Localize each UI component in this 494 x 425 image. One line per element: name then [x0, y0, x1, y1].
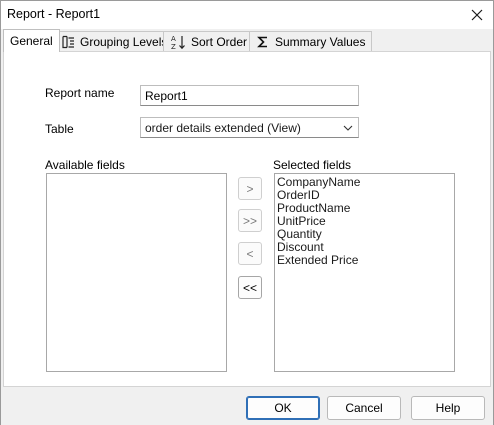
report-name-input[interactable]: [140, 85, 359, 106]
table-select[interactable]: order details extended (View): [140, 117, 359, 138]
chevron-down-icon: [338, 125, 358, 131]
close-icon: [471, 9, 483, 21]
tab-label: General: [10, 34, 53, 48]
add-all-fields-button[interactable]: >>: [238, 209, 262, 232]
tab-label: Summary Values: [275, 35, 366, 49]
available-fields-list[interactable]: [46, 173, 227, 372]
report-name-label: Report name: [45, 86, 115, 100]
selected-fields-list[interactable]: CompanyName OrderID ProductName UnitPrice Qu…: [274, 173, 455, 372]
list-item[interactable]: Extended Price: [275, 254, 454, 267]
dialog-footer: OK Cancel Help: [1, 389, 493, 425]
svg-text:Z: Z: [171, 43, 176, 50]
sigma-icon: [256, 35, 270, 49]
tab-sort-order[interactable]: A Z Sort Order: [163, 31, 255, 52]
selected-fields-label: Selected fields: [273, 158, 352, 172]
table-select-value: order details extended (View): [145, 120, 301, 135]
tab-strip: General Grouping Levels A Z Sort Order S…: [1, 29, 493, 52]
grouping-levels-icon: [61, 35, 75, 49]
available-fields-label: Available fields: [45, 158, 125, 172]
tab-label: Sort Order: [191, 35, 248, 49]
help-button[interactable]: Help: [411, 396, 485, 420]
remove-all-fields-button[interactable]: <<: [238, 276, 262, 299]
report-dialog: Report - Report1 General Grouping Levels…: [0, 0, 494, 425]
table-label: Table: [45, 122, 74, 136]
general-tab-panel: Report name Table order details extended…: [3, 51, 491, 387]
remove-field-button[interactable]: <: [238, 242, 262, 265]
close-button[interactable]: [463, 2, 491, 28]
title-bar: Report - Report1: [1, 1, 493, 29]
svg-text:A: A: [171, 35, 176, 43]
add-field-button[interactable]: >: [238, 177, 262, 200]
sort-az-icon: A Z: [170, 34, 186, 50]
tab-grouping-levels[interactable]: Grouping Levels: [54, 31, 175, 52]
window-title: Report - Report1: [7, 7, 101, 21]
tab-general[interactable]: General: [3, 29, 60, 52]
tab-label: Grouping Levels: [80, 35, 168, 49]
ok-button[interactable]: OK: [246, 396, 320, 420]
tab-summary-values[interactable]: Summary Values: [249, 31, 373, 52]
cancel-button[interactable]: Cancel: [327, 396, 401, 420]
